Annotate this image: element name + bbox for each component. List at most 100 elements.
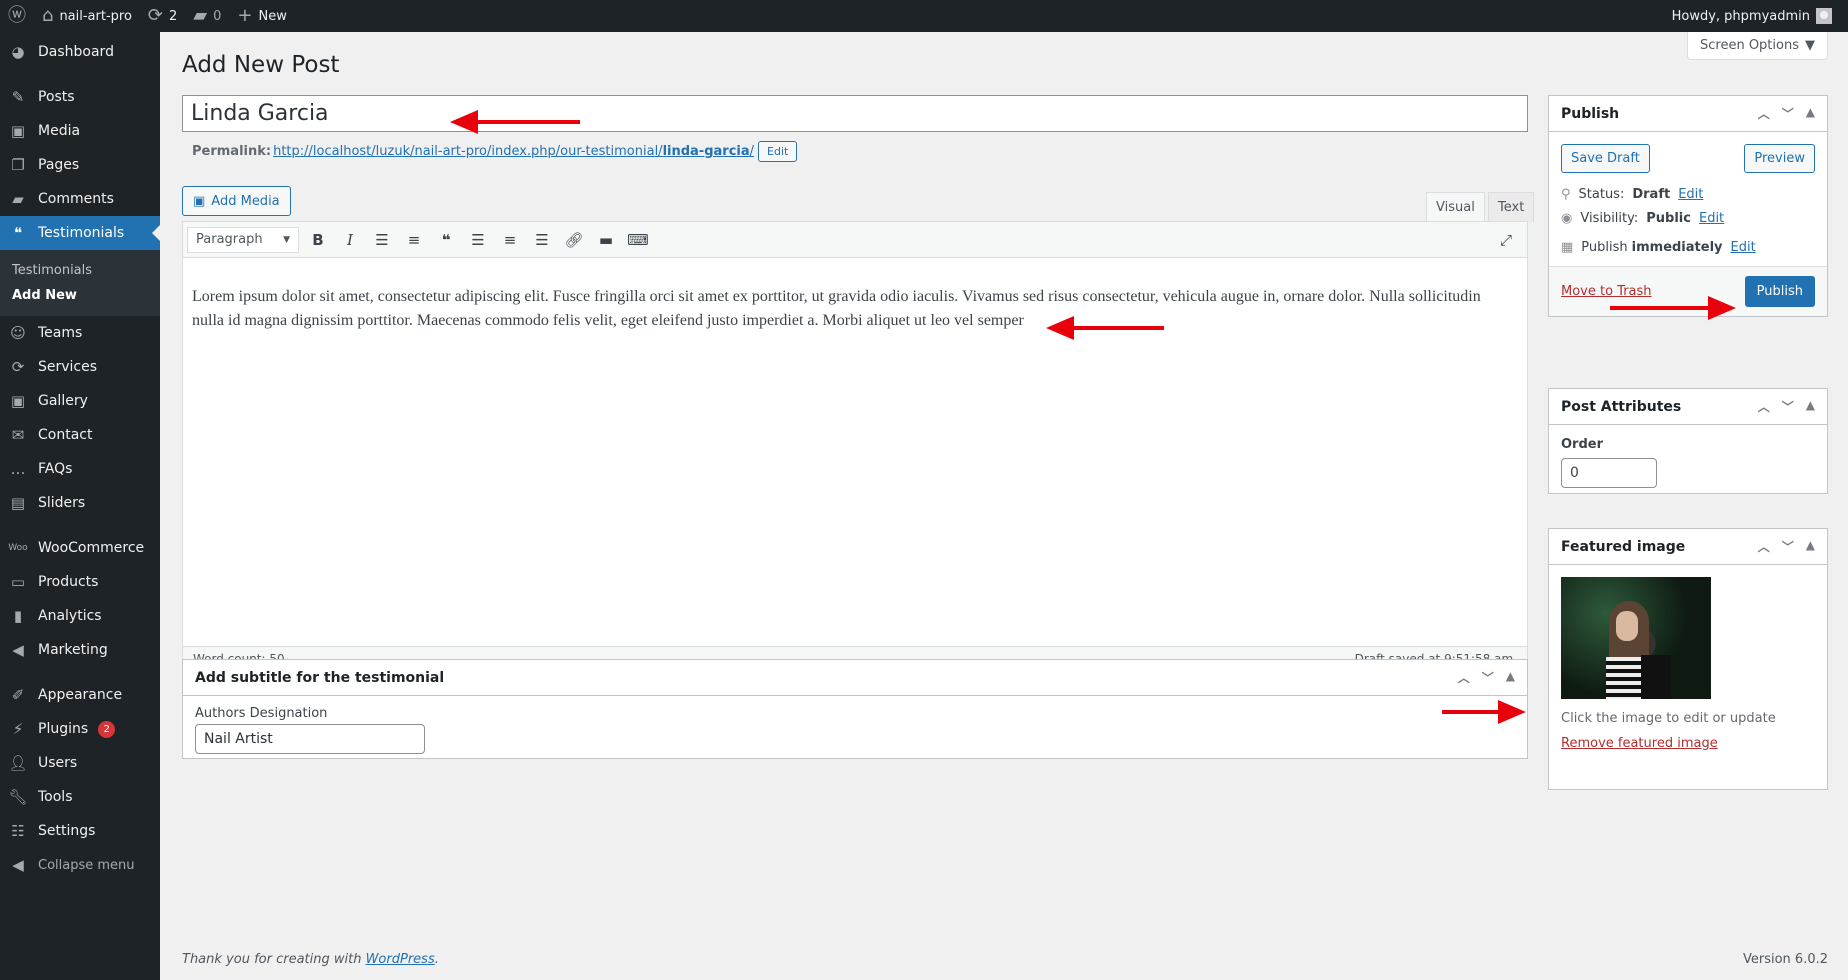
toolbar-toggle-icon[interactable]: ⌨ — [625, 227, 651, 253]
sidebar-item-teams[interactable]: ☺ Teams — [0, 316, 160, 350]
sidebar-item-tools[interactable]: 🔧︎ Tools — [0, 780, 160, 814]
editor-content[interactable]: Lorem ipsum dolor sit amet, consectetur … — [183, 258, 1527, 360]
add-media-button[interactable]: ▣ Add Media — [182, 186, 291, 216]
designation-input[interactable]: Nail Artist — [195, 724, 425, 754]
edit-visibility-link[interactable]: Edit — [1699, 211, 1724, 226]
align-left-icon[interactable]: ☰ — [465, 227, 491, 253]
move-up-icon[interactable]: ︿ — [1758, 398, 1770, 415]
new-content-link[interactable]: + New — [229, 0, 294, 32]
move-up-icon[interactable]: ︿ — [1458, 669, 1470, 686]
my-account[interactable]: Howdy, phpmyadmin — [1664, 0, 1848, 32]
sidebar-item-gallery[interactable]: ▣ Gallery — [0, 384, 160, 418]
wordpress-link[interactable]: WordPress — [366, 952, 435, 967]
sidebar-item-woocommerce[interactable]: Woo WooCommerce — [0, 531, 160, 565]
sidebar-item-pages[interactable]: ❐ Pages — [0, 148, 160, 182]
link-icon[interactable]: 🔗︎ — [561, 227, 587, 253]
publish-button[interactable]: Publish — [1744, 276, 1815, 307]
post-title-input[interactable] — [182, 95, 1528, 132]
sidebar-item-analytics[interactable]: ▮ Analytics — [0, 599, 160, 633]
toggle-panel-icon[interactable]: ▲ — [1506, 669, 1515, 686]
screen-options-button[interactable]: Screen Options ▼ — [1687, 32, 1828, 60]
featured-image-thumbnail[interactable] — [1561, 577, 1711, 699]
main-content: Screen Options▼ Add New Post Permalink: … — [160, 32, 1848, 980]
featured-image-hint: Click the image to edit or update — [1561, 711, 1776, 726]
read-more-icon[interactable]: ▬ — [593, 227, 619, 253]
featured-image-metabox: Featured image ︿ ﹀ ▲ Click the image to ed… — [1548, 528, 1828, 790]
wordpress-icon: ⓦ — [8, 5, 26, 26]
update-icon: ⟳ — [11, 358, 25, 376]
sidebar-item-posts[interactable]: ✎ Posts — [0, 80, 160, 114]
permalink-link[interactable]: http://localhost/luzuk/nail-art-pro/inde… — [273, 144, 754, 159]
publish-metabox: Publish ︿ ﹀ ▲ Save Draft Preview ⚲ Status: D… — [1548, 95, 1828, 317]
sidebar-item-media[interactable]: ▣ Media — [0, 114, 160, 148]
remove-featured-image-link[interactable]: Remove featured image — [1549, 726, 1827, 751]
move-down-icon[interactable]: ﹀ — [1782, 105, 1794, 122]
italic-icon[interactable]: I — [337, 227, 363, 253]
submenu-item-testimonials[interactable]: Testimonials — [0, 258, 160, 283]
align-right-icon[interactable]: ☰ — [529, 227, 555, 253]
permalink: Permalink: http://localhost/luzuk/nail-a… — [192, 141, 798, 162]
sidebar-item-contact[interactable]: ✉ Contact — [0, 418, 160, 452]
format-select[interactable]: Paragraph ▼ — [187, 226, 299, 253]
edit-permalink-button[interactable]: Edit — [758, 141, 798, 162]
media-icon: ▣ — [10, 392, 26, 410]
caret-down-icon: ▼ — [1805, 38, 1815, 53]
sidebar-item-testimonials[interactable]: ❝ Testimonials — [0, 216, 160, 250]
metabox-title: Post Attributes — [1561, 398, 1682, 415]
toggle-panel-icon[interactable]: ▲ — [1806, 105, 1815, 122]
updates-link[interactable]: ⟳ 2 — [140, 0, 185, 32]
order-input[interactable]: 0 — [1561, 458, 1657, 488]
move-down-icon[interactable]: ﹀ — [1782, 398, 1794, 415]
wordpress-logo[interactable]: ⓦ — [0, 0, 34, 32]
comments-link[interactable]: ▰ 0 — [185, 0, 229, 32]
chat-bubble-icon: … — [10, 460, 26, 478]
move-up-icon[interactable]: ︿ — [1758, 538, 1770, 555]
fullscreen-icon[interactable]: ⤢ — [1493, 227, 1519, 253]
calendar-icon: ▦ — [1561, 239, 1574, 255]
slides-icon: ▤ — [10, 494, 26, 512]
toggle-panel-icon[interactable]: ▲ — [1806, 538, 1815, 555]
edit-publish-time-link[interactable]: Edit — [1731, 240, 1756, 255]
bold-icon[interactable]: B — [305, 227, 331, 253]
save-draft-button[interactable]: Save Draft — [1561, 144, 1650, 173]
sidebar-item-appearance[interactable]: ✐ Appearance — [0, 678, 160, 712]
blockquote-icon[interactable]: ❝ — [433, 227, 459, 253]
update-icon: ⟳ — [147, 5, 164, 26]
submenu-item-add-new[interactable]: Add New — [0, 283, 160, 308]
megaphone-icon: ◀ — [12, 641, 24, 659]
content-line: nulla id magna dignissim porttitor. Maec… — [192, 312, 1024, 329]
toggle-panel-icon[interactable]: ▲ — [1806, 398, 1815, 415]
sidebar-item-users[interactable]: 👤︎ Users — [0, 746, 160, 780]
sidebar-item-settings[interactable]: ☷ Settings — [0, 814, 160, 848]
annotation-arrow — [1442, 700, 1526, 724]
tab-text[interactable]: Text — [1488, 192, 1535, 222]
plugins-update-badge: 2 — [98, 720, 116, 738]
edit-status-link[interactable]: Edit — [1678, 187, 1703, 202]
sidebar-item-products[interactable]: ▭ Products — [0, 565, 160, 599]
site-name-link[interactable]: ⌂ nail-art-pro — [34, 0, 140, 32]
pin-icon: ⚲ — [1561, 186, 1571, 202]
bulleted-list-icon[interactable]: ☰ — [369, 227, 395, 253]
sidebar-item-sliders[interactable]: ▤ Sliders — [0, 486, 160, 520]
collapse-menu-button[interactable]: ◀ Collapse menu — [0, 848, 160, 882]
move-down-icon[interactable]: ﹀ — [1482, 669, 1494, 686]
move-up-icon[interactable]: ︿ — [1758, 105, 1770, 122]
sidebar-item-marketing[interactable]: ◀ Marketing — [0, 633, 160, 667]
bar-chart-icon: ▮ — [13, 607, 23, 625]
preview-button[interactable]: Preview — [1744, 144, 1815, 173]
visibility-icon: ◉ — [1561, 210, 1573, 226]
sidebar-item-faqs[interactable]: … FAQs — [0, 452, 160, 486]
sidebar-item-services[interactable]: ⟳ Services — [0, 350, 160, 384]
move-down-icon[interactable]: ﹀ — [1782, 538, 1794, 555]
wrench-icon: 🔧︎ — [8, 788, 28, 806]
sidebar-item-plugins[interactable]: ⚡ Plugins 2 — [0, 712, 160, 746]
move-to-trash-link[interactable]: Move to Trash — [1561, 284, 1652, 299]
sidebar-item-comments[interactable]: ▰ Comments — [0, 182, 160, 216]
numbered-list-icon[interactable]: ≡ — [401, 227, 427, 253]
sidebar-item-dashboard[interactable]: ◕ Dashboard — [0, 35, 160, 69]
align-center-icon[interactable]: ≡ — [497, 227, 523, 253]
tab-visual[interactable]: Visual — [1426, 192, 1485, 222]
dashboard-icon: ◕ — [11, 43, 25, 61]
woo-icon: Woo — [8, 543, 28, 553]
plug-icon: ⚡ — [12, 720, 24, 738]
